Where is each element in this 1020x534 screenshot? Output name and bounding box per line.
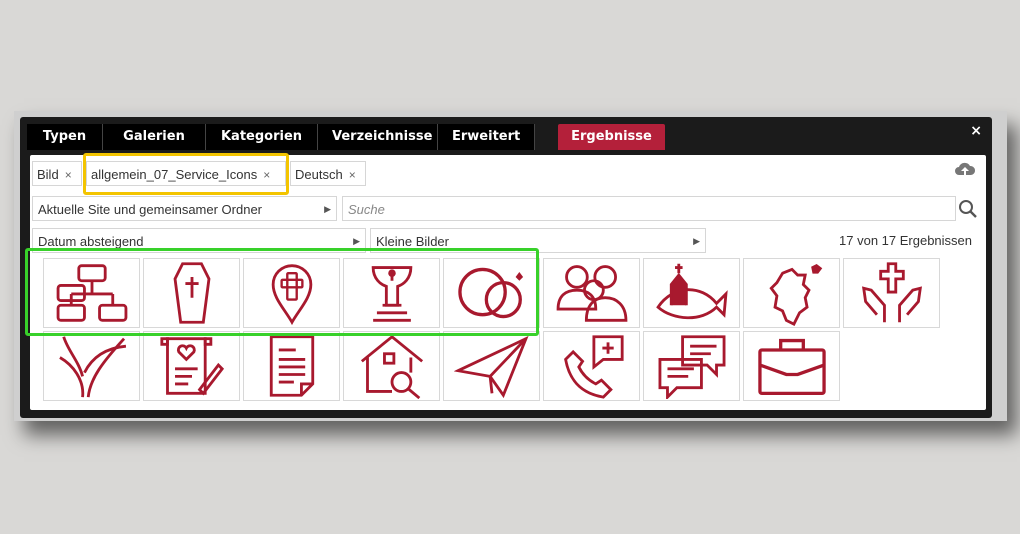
result-tile[interactable] [743,258,840,328]
search-icon[interactable] [958,199,978,219]
phone-plus-icon [563,335,624,399]
tab-kategorien[interactable]: Kategorien [206,124,318,150]
result-tile[interactable] [43,331,140,401]
result-tile[interactable] [443,331,540,401]
filter-chip-label: Bild [37,167,59,182]
document-heart-pen-icon [159,337,224,396]
remove-filter-icon[interactable]: × [349,168,356,182]
document-list-icon [269,335,314,397]
caret-right-icon: ▶ [693,236,700,246]
region-map-icon [768,264,822,326]
result-tile[interactable] [643,331,740,401]
tab-verzeichnisse[interactable]: Verzeichnisse [318,124,438,150]
result-tile[interactable] [243,331,340,401]
tab-ergebnisse[interactable]: Ergebnisse [558,124,665,150]
search-placeholder: Suche [348,202,385,217]
scope-select[interactable]: Aktuelle Site und gemeinsamer Ordner ▶ [32,196,337,221]
result-tile[interactable] [743,331,840,401]
road-fork-icon [58,336,126,398]
sort-select-value: Datum absteigend [38,234,144,249]
praying-hands-cross-icon [861,262,922,323]
search-input[interactable]: Suche [342,196,956,221]
scope-select-value: Aktuelle Site und gemeinsamer Ordner [38,202,263,217]
tab-bar: Typen Galerien Kategorien Verzeichnisse … [27,124,665,150]
caret-right-icon: ▶ [324,204,331,214]
house-magnifier-icon [360,334,423,399]
result-tile[interactable] [643,258,740,328]
briefcase-icon [757,338,826,395]
result-tile[interactable] [543,331,640,401]
size-select-value: Kleine Bilder [376,234,449,249]
chat-bubbles-icon [658,335,725,399]
filter-highlight-frame [83,153,289,195]
close-icon[interactable]: × [970,123,982,139]
tab-galerien[interactable]: Galerien [103,124,206,150]
remove-filter-icon[interactable]: × [65,168,72,182]
tab-typen[interactable]: Typen [27,124,103,150]
result-tile[interactable] [343,331,440,401]
result-count: 17 von 17 Ergebnissen [839,233,972,248]
filter-chip-deutsch: Deutsch × [290,161,366,186]
cloud-upload-icon[interactable] [954,160,976,178]
tab-erweitert[interactable]: Erweitert [438,124,535,150]
result-tile[interactable] [843,258,940,328]
people-group-icon [556,265,627,322]
filter-chip-label: Deutsch [295,167,343,182]
paper-plane-icon [453,335,529,399]
church-fish-icon [655,263,728,320]
result-tile[interactable] [543,258,640,328]
result-tile[interactable] [143,331,240,401]
filter-chip-bild: Bild × [32,161,82,186]
icons-highlight-frame [25,248,539,336]
